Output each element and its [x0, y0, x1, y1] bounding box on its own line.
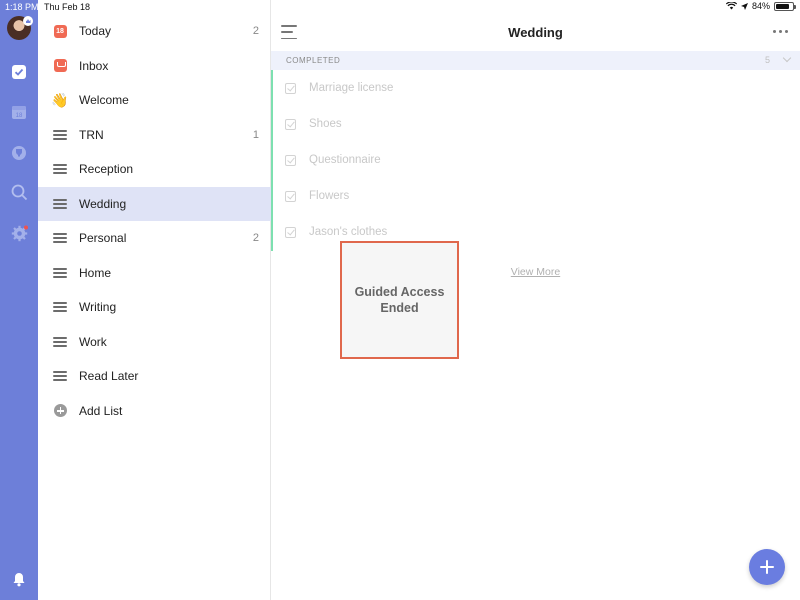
status-bar: 1:18 PM Thu Feb 18 84%	[0, 0, 800, 14]
task-title: Questionnaire	[309, 154, 381, 166]
add-task-button[interactable]	[749, 549, 785, 585]
app-window: 1:18 PM Thu Feb 18 84% 18 18 Today 2 Inb…	[0, 0, 800, 600]
wifi-icon	[725, 2, 737, 10]
sidebar-item-read-later[interactable]: Read Later	[38, 359, 271, 394]
sidebar-item-wedding[interactable]: Wedding	[38, 186, 271, 221]
rail-search[interactable]	[7, 180, 31, 204]
gear-icon	[11, 225, 28, 241]
task-title: Flowers	[309, 190, 350, 202]
sidebar-item-label: Welcome	[79, 93, 129, 108]
sidebar: 18 Today 2 Inbox 👋 Welcome TRN 1 Recepti…	[38, 0, 271, 600]
list-icon	[52, 299, 68, 315]
rail-calendar[interactable]: 18	[7, 100, 31, 124]
bell-icon	[13, 572, 25, 586]
task-item[interactable]: Flowers	[273, 178, 800, 214]
main-header: Wedding	[271, 14, 800, 50]
checkbox-checked-icon[interactable]	[285, 118, 296, 130]
task-item[interactable]: Marriage license	[273, 70, 800, 106]
location-icon	[740, 2, 748, 10]
task-title: Shoes	[309, 118, 342, 130]
status-date: Thu Feb 18	[44, 2, 91, 12]
task-item[interactable]: Shoes	[273, 106, 800, 142]
checkbox-checked-icon[interactable]	[285, 190, 296, 202]
checkbox-checked-icon[interactable]	[285, 154, 296, 166]
sidebar-item-label: Work	[79, 334, 107, 349]
completed-task-list: Marriage license Shoes Questionnaire Flo…	[271, 70, 800, 251]
sidebar-item-inbox[interactable]: Inbox	[38, 49, 271, 84]
task-title: Jason's clothes	[309, 226, 388, 238]
calendar-today-icon: 18	[52, 23, 68, 39]
battery-percent: 84%	[751, 1, 770, 11]
status-time: 1:18 PM	[5, 2, 39, 12]
rail-settings[interactable]	[7, 221, 31, 245]
list-icon	[52, 334, 68, 350]
sidebar-item-label: Inbox	[79, 58, 109, 73]
task-item[interactable]: Questionnaire	[273, 142, 800, 178]
checkbox-checked-icon[interactable]	[285, 226, 296, 238]
sidebar-item-count: 2	[252, 232, 259, 245]
sidebar-item-today[interactable]: 18 Today 2	[38, 14, 271, 49]
calendar-icon: 18	[12, 106, 26, 119]
guided-access-text: Guided Access Ended	[354, 285, 445, 315]
page-title: Wedding	[508, 25, 563, 40]
rail-notifications[interactable]	[7, 567, 31, 591]
more-options-button[interactable]	[773, 30, 788, 33]
sidebar-item-writing[interactable]: Writing	[38, 290, 271, 325]
add-circle-icon	[52, 403, 68, 419]
sidebar-list: 18 Today 2 Inbox 👋 Welcome TRN 1 Recepti…	[38, 14, 271, 428]
list-icon	[52, 196, 68, 212]
sidebar-item-label: Wedding	[79, 196, 127, 211]
task-title: Marriage license	[309, 82, 394, 94]
sidebar-item-label: Home	[79, 265, 112, 280]
sidebar-item-work[interactable]: Work	[38, 325, 271, 360]
guided-access-banner: Guided Access Ended	[340, 241, 459, 359]
sidebar-item-reception[interactable]: Reception	[38, 152, 271, 187]
sidebar-item-label: Writing	[79, 300, 117, 315]
section-title: COMPLETED	[286, 56, 341, 65]
sidebar-item-label: Reception	[79, 162, 134, 177]
add-list-label: Add List	[79, 403, 123, 418]
list-icon	[52, 368, 68, 384]
trophy-icon	[12, 146, 26, 160]
svg-text:18: 18	[16, 113, 23, 119]
sidebar-item-label: Personal	[79, 231, 127, 246]
sidebar-item-count: 2	[252, 25, 259, 38]
search-icon	[11, 184, 27, 200]
add-list-button[interactable]: Add List	[38, 394, 271, 429]
list-icon	[52, 230, 68, 246]
sidebar-item-label: TRN	[79, 127, 104, 142]
sidebar-item-count: 1	[252, 128, 259, 141]
sidebar-item-label: Read Later	[79, 369, 139, 384]
inbox-icon	[52, 58, 68, 74]
rail-tasks[interactable]	[7, 60, 31, 84]
list-icon	[52, 265, 68, 281]
sidebar-item-home[interactable]: Home	[38, 256, 271, 291]
status-right: 84%	[725, 1, 796, 11]
list-icon	[52, 127, 68, 143]
sidebar-item-label: Today	[79, 24, 112, 39]
waving-hand-icon: 👋	[51, 91, 69, 108]
rail-habits[interactable]	[7, 140, 31, 164]
notification-dot	[23, 225, 28, 229]
completed-section-header[interactable]: COMPLETED 5	[271, 51, 800, 70]
chevron-down-icon[interactable]	[782, 54, 792, 64]
battery-level	[776, 3, 790, 9]
section-count: 5	[764, 55, 770, 65]
premium-crown-icon	[23, 16, 33, 26]
list-icon	[52, 161, 68, 177]
sidebar-item-welcome[interactable]: 👋 Welcome	[38, 83, 271, 118]
sidebar-item-personal[interactable]: Personal 2	[38, 221, 271, 256]
left-rail: 18	[0, 0, 38, 600]
checkbox-checked-icon[interactable]	[285, 82, 296, 94]
battery-icon	[774, 1, 796, 11]
sidebar-item-trn[interactable]: TRN 1	[38, 118, 271, 153]
checkbox-icon	[12, 65, 26, 79]
